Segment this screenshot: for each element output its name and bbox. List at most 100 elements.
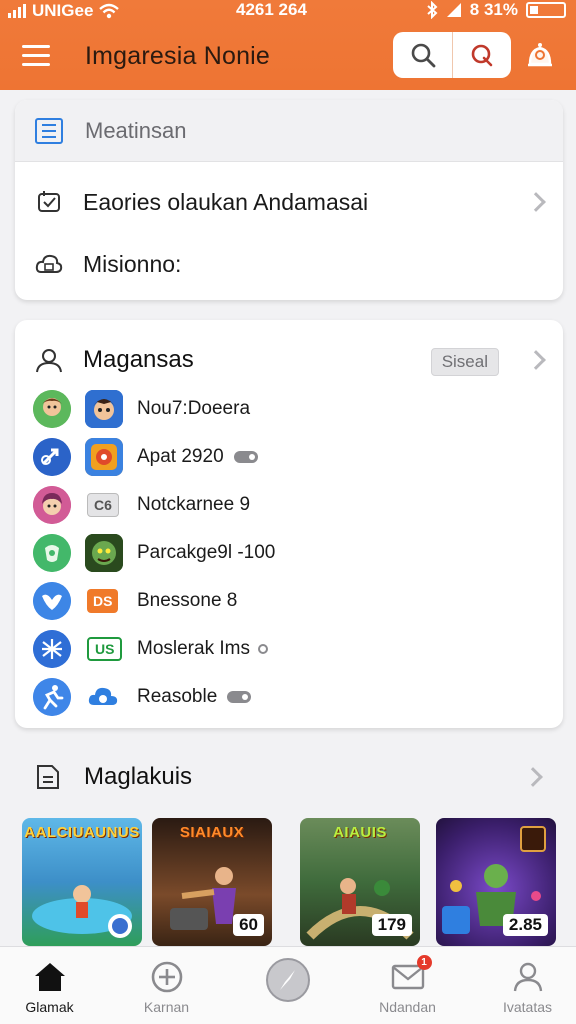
featured-game-tile[interactable]: 2.85 <box>436 818 556 946</box>
game-list-item[interactable]: Nou7:Doeera <box>15 386 563 432</box>
nav-label: Ndandan <box>379 999 436 1015</box>
nav-messages[interactable]: 1 Ndandan <box>350 947 465 1024</box>
tile-art-icon <box>32 885 132 938</box>
nav-home[interactable]: Glamak <box>0 947 107 1024</box>
tile-score: 2.85 <box>502 914 548 936</box>
games-section-header[interactable]: Magansas Siseal <box>15 332 563 388</box>
featured-game-tile[interactable]: AIAUIS 179 <box>300 818 420 946</box>
profile-q-button[interactable] <box>452 32 511 78</box>
search-input[interactable]: Meatinsan <box>85 118 187 144</box>
game-name: Nou7:Doeera <box>137 398 251 419</box>
games-card: Magansas Siseal Nou7:Doeera Apat 2920 C6… <box>15 320 563 728</box>
dot-icon <box>257 643 268 654</box>
game-list-item[interactable]: C6 Notckarnee 9 <box>15 482 563 528</box>
cloud-box-icon <box>35 250 63 278</box>
game-tag: DS <box>87 589 119 613</box>
game-thumb-icon <box>85 534 123 572</box>
game-avatar-icon <box>33 582 71 620</box>
profile-icon <box>508 959 548 995</box>
calendar-check-icon <box>35 188 63 216</box>
menu-row-missions[interactable]: Misionno: <box>15 234 563 294</box>
game-thumb-icon <box>85 438 123 476</box>
mail-icon: 1 <box>388 955 432 995</box>
header-action-group <box>393 32 511 78</box>
chevron-right-icon <box>526 350 546 370</box>
profile-q-icon <box>471 44 493 67</box>
menu-row-achievements[interactable]: Eaories olaukan Andamasai <box>15 172 563 232</box>
top-app-bar: UNIGee 4261 264 8 31% Imgaresia Nonie <box>0 0 576 90</box>
tile-title: AIAUIS <box>333 824 387 841</box>
game-name: Reasoble <box>137 686 252 708</box>
alarm-button[interactable] <box>522 38 558 74</box>
nav-explore[interactable] <box>230 947 345 1024</box>
section-title: Magansas <box>83 346 194 373</box>
status-time: 4261 264 <box>236 0 307 19</box>
game-list-item[interactable]: US Moslerak Ims <box>15 626 563 672</box>
notification-badge: 1 <box>416 955 432 970</box>
tile-title: AALCIUAUNUS <box>24 824 140 841</box>
list-icon <box>35 117 63 144</box>
game-thumb-icon <box>85 390 123 428</box>
carrier-group: UNIGee <box>8 1 120 21</box>
game-avatar-icon <box>33 534 71 572</box>
cellular-icon <box>446 3 461 17</box>
chevron-right-icon <box>526 192 546 212</box>
game-name: Apat 2920 <box>137 446 258 468</box>
game-avatar-icon <box>33 390 71 428</box>
search-bar[interactable]: Meatinsan <box>15 100 563 162</box>
featured-section-header[interactable]: Maglakuis <box>0 748 576 806</box>
game-name: Parcakge9l -100 <box>137 542 276 563</box>
nav-profile[interactable]: Ivatatas <box>470 947 576 1024</box>
featured-game-tile[interactable]: AALCIUAUNUS <box>22 818 142 946</box>
game-list-item[interactable]: Parcakge9l -100 <box>15 530 563 576</box>
cloud-sync-icon <box>85 678 123 716</box>
nav-label: Glamak <box>25 999 74 1015</box>
game-list-item[interactable]: DS Bnessone 8 <box>15 578 563 624</box>
game-list-item[interactable]: Apat 2920 <box>15 434 563 480</box>
game-avatar-icon <box>33 486 71 524</box>
tile-score: 60 <box>233 914 264 936</box>
plus-circle-icon <box>147 959 187 995</box>
game-avatar-icon <box>33 630 71 668</box>
user-icon <box>35 346 63 374</box>
nav-label: Ivatatas <box>502 999 553 1015</box>
alarm-bell-icon <box>528 43 552 67</box>
toggle-mini-icon <box>227 690 252 703</box>
game-tag: US <box>87 637 123 661</box>
search-button[interactable] <box>393 32 452 78</box>
featured-game-tile[interactable]: SIAIAUX 60 <box>152 818 272 946</box>
page-title: Imgaresia Nonie <box>85 42 271 70</box>
game-list-item[interactable]: Reasoble <box>15 674 563 720</box>
nav-label: Karnan <box>143 999 190 1015</box>
signal-icon <box>8 4 26 18</box>
status-badge: Siseal <box>430 348 499 376</box>
search-icon <box>411 43 435 68</box>
game-tag: C6 <box>87 493 119 517</box>
bottom-nav: Glamak Karnan 1 Ndandan Ivatatas <box>0 946 576 1024</box>
status-bar: UNIGee 4261 264 8 31% <box>0 0 576 22</box>
chevron-right-icon <box>523 767 543 787</box>
carrier-name: UNIGee <box>32 1 94 20</box>
document-icon <box>34 762 62 797</box>
battery-icon <box>526 2 566 18</box>
section-title: Maglakuis <box>84 763 193 790</box>
tile-title: SIAIAUX <box>179 824 245 841</box>
wifi-icon <box>99 3 120 19</box>
menu-row-label: Misionno: <box>83 250 182 277</box>
bluetooth-icon <box>427 1 438 19</box>
nav-add[interactable]: Karnan <box>109 947 224 1024</box>
status-right: 8 31% <box>426 0 566 20</box>
home-icon <box>30 959 70 995</box>
menu-button[interactable] <box>22 40 52 70</box>
game-name: Bnessone 8 <box>137 590 238 611</box>
toggle-mini-icon <box>233 450 258 463</box>
game-avatar-icon <box>33 678 71 716</box>
game-name: Notckarnee 9 <box>137 494 251 515</box>
game-avatar-icon <box>33 438 71 476</box>
tile-score: 179 <box>371 914 412 936</box>
menu-row-label: Eaories olaukan Andamasai <box>83 188 369 215</box>
search-card: Meatinsan Eaories olaukan Andamasai Misi… <box>15 100 563 300</box>
game-name: Moslerak Ims <box>137 638 268 660</box>
battery-percent: 8 31% <box>469 0 518 19</box>
compass-icon <box>265 957 311 1003</box>
